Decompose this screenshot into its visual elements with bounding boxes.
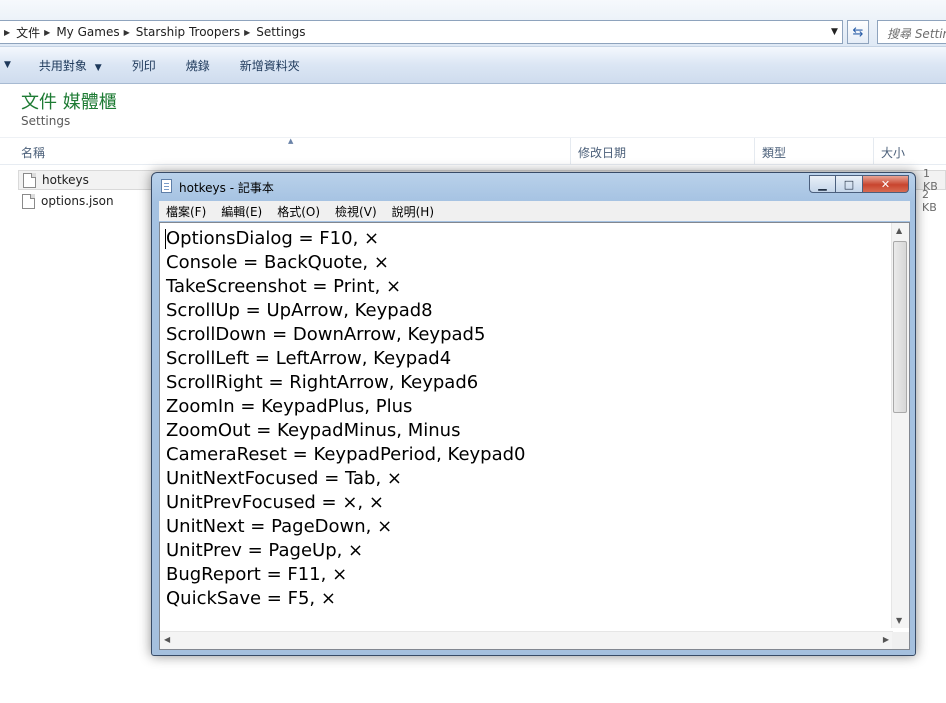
text-line: BugReport = F11, ×: [166, 564, 348, 585]
text-line: UnitNextFocused = Tab, ×: [166, 468, 403, 489]
text-line: ZoomIn = KeypadPlus, Plus: [166, 396, 413, 417]
menu-edit[interactable]: 編輯(E): [221, 203, 262, 220]
text-file-icon: [22, 193, 35, 209]
column-type[interactable]: 類型: [762, 144, 786, 161]
caption-buttons: ▁ □ ✕: [809, 175, 909, 194]
address-history-dropdown-icon[interactable]: ▼: [826, 20, 843, 44]
scroll-right-icon[interactable]: ▶: [883, 635, 889, 644]
file-size: 2 KB: [922, 188, 937, 214]
crumb-separator-icon[interactable]: ▶: [124, 28, 130, 37]
size-grip[interactable]: [892, 632, 909, 649]
refresh-icon[interactable]: ⇆: [847, 20, 869, 44]
breadcrumb-settings[interactable]: Settings: [256, 25, 305, 39]
sort-ascending-icon: ▲: [288, 137, 294, 145]
text-line: ScrollUp = UpArrow, Keypad8: [166, 300, 433, 321]
minimize-button[interactable]: ▁: [809, 175, 836, 193]
notepad-window[interactable]: hotkeys - 記事本 ▁ □ ✕ 檔案(F) 編輯(E) 格式(O) 檢視…: [151, 172, 916, 656]
menu-file[interactable]: 檔案(F): [166, 203, 206, 220]
scroll-down-icon[interactable]: ▼: [896, 616, 902, 625]
vertical-scrollbar[interactable]: ▲ ▼: [891, 223, 909, 628]
text-line: ScrollLeft = LeftArrow, Keypad4: [166, 348, 452, 369]
library-title: 文件 媒體櫃: [21, 92, 117, 113]
crumb-separator-icon[interactable]: ▶: [44, 28, 50, 37]
menu-format[interactable]: 格式(O): [277, 203, 320, 220]
text-line: ScrollRight = RightArrow, Keypad6: [166, 372, 479, 393]
share-with-button[interactable]: 共用對象 ▼: [39, 57, 102, 74]
organize-dropdown-icon[interactable]: ▼: [4, 60, 11, 70]
crumb-separator-icon[interactable]: ▶: [4, 28, 10, 37]
breadcrumb-starship-troopers[interactable]: Starship Troopers: [136, 25, 240, 39]
breadcrumb-my-games[interactable]: My Games: [56, 25, 119, 39]
text-line: UnitPrevFocused = ×, ×: [166, 492, 384, 513]
text-line: UnitPrev = PageUp, ×: [166, 540, 364, 561]
column-divider[interactable]: [754, 138, 755, 164]
search-input[interactable]: 搜尋 Settings: [877, 20, 946, 44]
chevron-down-icon: ▼: [94, 62, 102, 73]
crumb-separator-icon[interactable]: ▶: [244, 28, 250, 37]
scroll-left-icon[interactable]: ◀: [164, 635, 170, 644]
print-button[interactable]: 列印: [132, 57, 156, 74]
text-line: CameraReset = KeypadPeriod, Keypad0: [166, 444, 526, 465]
explorer-address-row: ▶ 文件 ▶ My Games ▶ Starship Troopers ▶ Se…: [0, 0, 946, 47]
text-line: TakeScreenshot = Print, ×: [166, 276, 402, 297]
text-line: ScrollDown = DownArrow, Keypad5: [166, 324, 486, 345]
text-line: Console = BackQuote, ×: [166, 252, 389, 273]
text-line: UnitNext = PageDown, ×: [166, 516, 393, 537]
menu-bar: 檔案(F) 編輯(E) 格式(O) 檢視(V) 說明(H): [159, 201, 910, 221]
new-folder-button[interactable]: 新增資料夾: [240, 57, 300, 74]
column-size[interactable]: 大小: [881, 144, 905, 161]
command-bar: ▼ 共用對象 ▼ 列印 燒錄 新增資料夾: [0, 47, 946, 84]
scroll-up-icon[interactable]: ▲: [896, 226, 902, 235]
column-divider[interactable]: [570, 138, 571, 164]
column-date-modified[interactable]: 修改日期: [578, 144, 626, 161]
menu-help[interactable]: 說明(H): [392, 203, 434, 220]
notepad-icon[interactable]: [161, 179, 172, 193]
menu-view[interactable]: 檢視(V): [335, 203, 377, 220]
file-name: options.json: [41, 194, 114, 208]
column-name[interactable]: 名稱: [21, 144, 45, 161]
maximize-button[interactable]: □: [836, 175, 863, 193]
close-button[interactable]: ✕: [863, 175, 909, 193]
burn-button[interactable]: 燒錄: [186, 57, 210, 74]
text-editor[interactable]: OptionsDialog = F10, × Console = BackQuo…: [159, 222, 910, 650]
text-content[interactable]: OptionsDialog = F10, × Console = BackQuo…: [166, 227, 526, 611]
text-line: ZoomOut = KeypadMinus, Minus: [166, 420, 461, 441]
text-line: QuickSave = F5, ×: [166, 588, 336, 609]
horizontal-scrollbar[interactable]: ◀ ▶: [160, 631, 893, 649]
file-name: hotkeys: [42, 173, 89, 187]
window-title: hotkeys - 記事本: [179, 181, 274, 195]
column-divider[interactable]: [873, 138, 874, 164]
breadcrumb-documents[interactable]: 文件: [16, 24, 40, 41]
share-with-label: 共用對象: [38, 58, 87, 73]
text-file-icon: [23, 172, 36, 188]
address-bar[interactable]: ▶ 文件 ▶ My Games ▶ Starship Troopers ▶ Se…: [0, 20, 843, 44]
text-line: OptionsDialog = F10, ×: [166, 228, 380, 249]
library-subtitle: Settings: [21, 114, 71, 128]
vertical-scroll-thumb[interactable]: [893, 241, 907, 413]
column-header-row: ▲ 名稱 修改日期 類型 大小: [0, 137, 946, 165]
